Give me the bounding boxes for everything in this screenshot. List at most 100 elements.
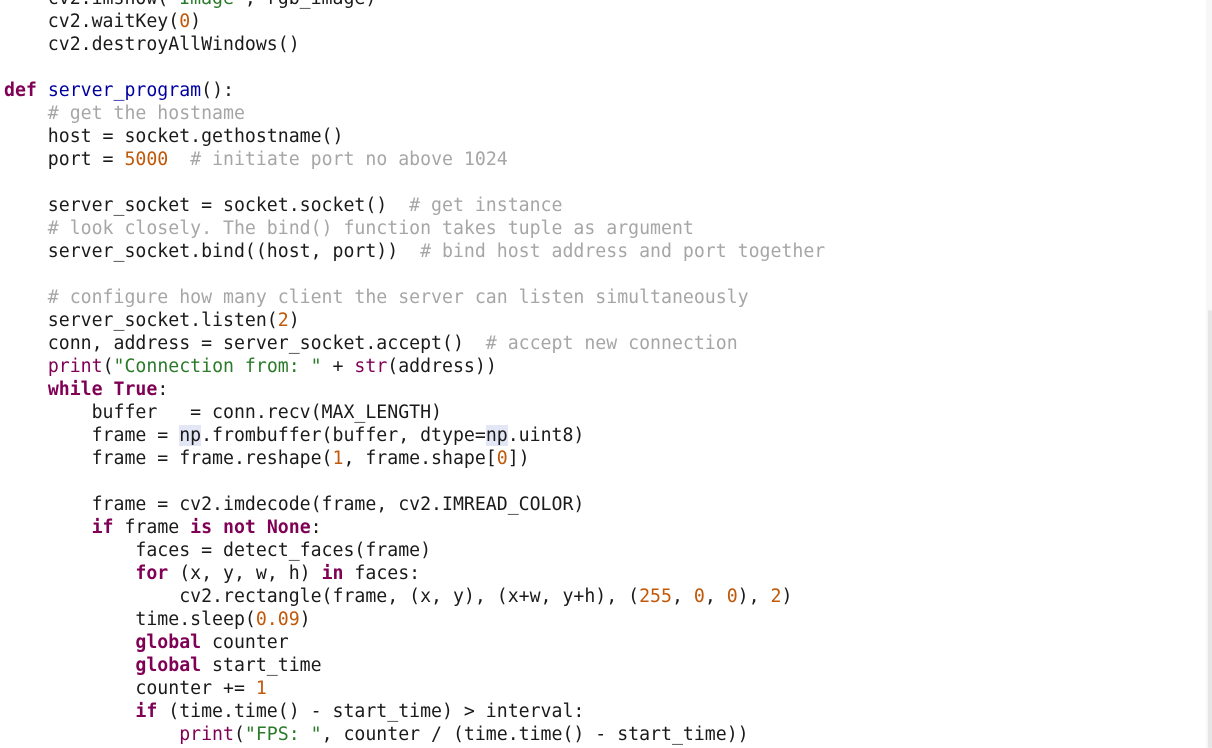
code-token: 1 — [332, 448, 344, 469]
code-token: server_socket.bind((host, port)) — [4, 241, 421, 262]
code-line: buffer = conn.recv(MAX_LENGTH) — [4, 401, 1198, 424]
code-token: print — [47, 356, 103, 377]
code-line: if frame is not None: — [4, 516, 1198, 539]
code-token: faces: — [343, 563, 421, 584]
code-token: , — [671, 586, 694, 607]
code-token: : — [310, 517, 322, 538]
code-line: cv2.destroyAllWindows() — [4, 33, 1198, 56]
code-line: if (time.time() - start_time) > interval… — [4, 700, 1198, 723]
code-line: def server_program(): — [4, 79, 1198, 102]
code-token: frame = frame.reshape( — [4, 448, 333, 469]
code-line: while True: — [4, 378, 1198, 401]
code-token: 1 — [255, 678, 267, 699]
code-token: cv2.imshow( — [4, 0, 168, 9]
code-token: start_time — [201, 655, 322, 676]
code-line: global counter — [4, 631, 1198, 654]
code-token: 'Image' — [168, 0, 245, 9]
code-token: 2 — [770, 586, 782, 607]
code-token: : — [157, 379, 169, 400]
code-token: server_socket = socket.socket() — [4, 195, 410, 216]
code-line: frame = frame.reshape(1, frame.shape[0]) — [4, 447, 1198, 470]
code-line: for (x, y, w, h) in faces: — [4, 562, 1198, 585]
code-token: 2 — [277, 310, 289, 331]
code-line: print("FPS: ", counter / (time.time() - … — [4, 723, 1198, 746]
code-token: faces = detect_faces(frame) — [4, 540, 432, 561]
code-line: cv2.waitKey(0) — [4, 10, 1198, 33]
code-editor[interactable]: cv2.imshow('Image', rgb_image) cv2.waitK… — [0, 0, 1212, 748]
code-token: while — [47, 379, 103, 400]
code-token: cv2.rectangle(frame, (x, y), (x+w, y+h),… — [4, 586, 640, 607]
code-token: + — [321, 356, 355, 377]
scrollbar-thumb[interactable] — [1208, 310, 1212, 748]
code-line: cv2.rectangle(frame, (x, y), (x+w, y+h),… — [4, 585, 1198, 608]
code-token: ) — [190, 11, 202, 32]
code-token: # initiate port no above 1024 — [190, 149, 508, 170]
code-token: (address)) — [387, 356, 497, 377]
code-token: global — [135, 655, 202, 676]
code-line: # get the hostname — [4, 102, 1198, 125]
code-line: server_socket.bind((host, port)) # bind … — [4, 240, 1198, 263]
code-area[interactable]: cv2.imshow('Image', rgb_image) cv2.waitK… — [4, 0, 1198, 746]
code-line: conn, address = server_socket.accept() #… — [4, 332, 1198, 355]
code-line: # configure how many client the server c… — [4, 286, 1198, 309]
code-token: (): — [201, 80, 234, 101]
code-line: time.sleep(0.09) — [4, 608, 1198, 631]
vertical-scrollbar[interactable] — [1206, 0, 1212, 748]
code-token: str — [354, 356, 388, 377]
code-token: 0 — [726, 586, 738, 607]
code-token: (x, y, w, h) — [168, 563, 322, 584]
code-token: np — [485, 425, 508, 446]
code-token: counter += — [4, 678, 256, 699]
code-token: # accept new connection — [485, 333, 738, 354]
code-line: host = socket.gethostname() — [4, 125, 1198, 148]
code-token: None — [266, 517, 311, 538]
code-token: 0 — [693, 586, 705, 607]
code-line: port = 5000 # initiate port no above 102… — [4, 148, 1198, 171]
code-token: server_program — [47, 80, 202, 101]
code-line: frame = np.frombuffer(buffer, dtype=np.u… — [4, 424, 1198, 447]
code-token: 0 — [496, 448, 508, 469]
code-token: if — [91, 517, 114, 538]
code-line: # look closely. The bind() function take… — [4, 217, 1198, 240]
code-token: server_socket.listen( — [4, 310, 278, 331]
code-token: buffer = conn.recv(MAX_LENGTH) — [4, 402, 442, 423]
code-token: ), — [737, 586, 771, 607]
code-token: port = — [4, 149, 125, 170]
code-token: for — [135, 563, 169, 584]
code-token: not — [223, 517, 256, 538]
code-token: .uint8) — [507, 425, 585, 446]
code-token: ) — [299, 609, 311, 630]
code-token: , frame.shape[ — [343, 448, 497, 469]
code-line: counter += 1 — [4, 677, 1198, 700]
code-token: ) — [781, 586, 793, 607]
code-token: print — [179, 724, 234, 745]
code-line: server_socket.listen(2) — [4, 309, 1198, 332]
code-token: , rgb_image) — [245, 0, 376, 9]
code-token: if — [135, 701, 158, 722]
code-token: (time.time() - start_time) > interval: — [157, 701, 585, 722]
code-token: 0 — [179, 11, 191, 32]
code-token: # look closely. The bind() function take… — [4, 218, 694, 239]
code-token: # get the hostname — [4, 103, 245, 124]
code-token: is — [190, 517, 213, 538]
code-token: def — [4, 80, 37, 101]
code-token: # configure how many client the server c… — [4, 287, 749, 308]
code-token: frame = cv2.imdecode(frame, cv2.IMREAD_C… — [4, 494, 585, 515]
code-token: host = socket.gethostname() — [4, 126, 344, 147]
code-token: "Connection from: " — [113, 356, 322, 377]
code-token: in — [321, 563, 344, 584]
code-token: 255 — [639, 586, 672, 607]
